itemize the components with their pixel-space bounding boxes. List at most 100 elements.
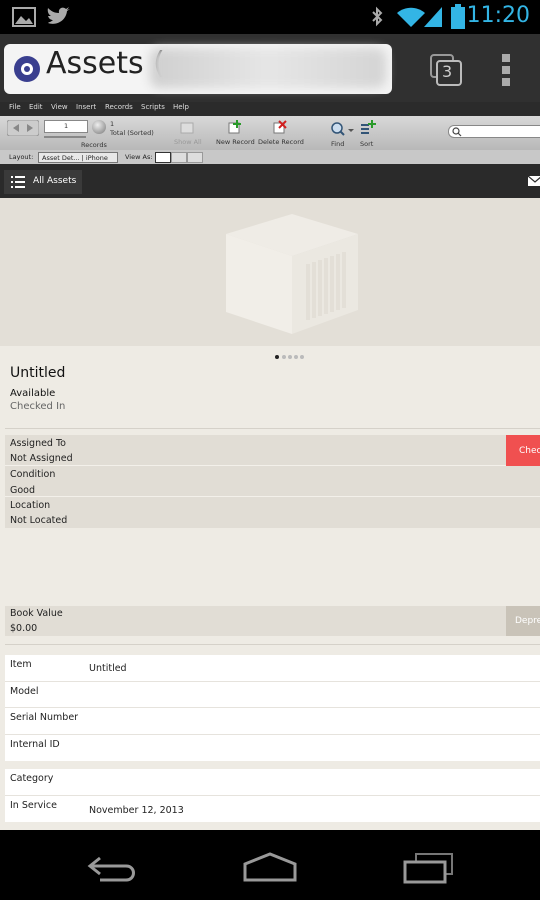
home-icon[interactable] — [242, 852, 298, 882]
layout-value: Asset Det... | iPhone — [42, 154, 108, 162]
pie-chart-icon — [92, 120, 106, 134]
bluetooth-icon — [372, 6, 383, 27]
fm-layout-bar: Layout: Asset Det... | iPhone View As: — [0, 150, 540, 165]
fm-toolbar: 1 Records 1 Total (Sorted) Show All New … — [0, 116, 540, 150]
category-field[interactable] — [85, 769, 535, 793]
pager-dot — [294, 355, 298, 359]
item-field[interactable]: Untitled — [89, 663, 127, 674]
tab-title: Assets ( — [46, 46, 165, 81]
checkout-button-label: Chec — [519, 446, 540, 456]
view-as-label: View As: — [125, 153, 153, 161]
record-number: 1 — [64, 122, 69, 130]
layout-select[interactable]: Asset Det... | iPhone — [38, 152, 118, 163]
find-icon — [331, 122, 354, 136]
book-value-label: Book Value — [10, 608, 63, 619]
divider — [5, 644, 540, 645]
divider — [5, 465, 540, 466]
status-bar: 11:20 — [0, 0, 540, 34]
back-icon[interactable] — [86, 854, 138, 884]
show-all-icon — [180, 122, 194, 134]
category-label: Category — [10, 773, 54, 784]
image-pager[interactable] — [275, 355, 307, 361]
search-icon — [452, 127, 462, 137]
asset-name[interactable]: Untitled — [10, 365, 65, 381]
tab-switcher-button[interactable]: 3 — [430, 54, 462, 86]
delete-record-icon — [273, 120, 287, 134]
asset-image-area[interactable] — [0, 198, 540, 346]
blurred-title-text — [150, 48, 386, 88]
book-value: $0.00 — [10, 623, 38, 634]
view-as-list-button[interactable] — [171, 152, 187, 163]
record-nav-arrows-icon[interactable] — [7, 120, 39, 136]
menu-insert[interactable]: Insert — [76, 103, 96, 111]
show-all-button[interactable]: Show All — [174, 138, 202, 146]
records-label: Records — [81, 141, 107, 149]
new-record-button[interactable]: New Record — [216, 138, 255, 146]
assigned-to-value: Not Assigned — [10, 453, 73, 464]
quick-find-input[interactable] — [448, 125, 540, 138]
depreciation-button-label: Depre — [515, 616, 540, 626]
view-as-form-button[interactable] — [155, 152, 171, 163]
record-number-input[interactable]: 1 — [44, 120, 88, 133]
find-button[interactable]: Find — [331, 140, 344, 148]
fm-menubar: File Edit View Insert Records Scripts He… — [0, 102, 540, 116]
overflow-menu-icon[interactable] — [500, 52, 512, 88]
android-nav-bar — [0, 830, 540, 900]
pager-dot-active — [275, 355, 279, 359]
tab-count: 3 — [442, 62, 453, 81]
sort-button[interactable]: Sort — [360, 140, 373, 148]
app-header: All Assets — [0, 164, 540, 198]
assigned-to-label: Assigned To — [10, 438, 66, 449]
item-label: Item — [10, 659, 32, 670]
twitter-icon — [47, 7, 70, 24]
delete-record-button[interactable]: Delete Record — [258, 138, 304, 146]
recent-apps-icon[interactable] — [402, 852, 454, 884]
condition-label: Condition — [10, 469, 56, 480]
layout-label: Layout: — [9, 153, 34, 161]
menu-help[interactable]: Help — [173, 103, 189, 111]
divider — [5, 428, 540, 429]
serial-number-label: Serial Number — [10, 712, 79, 723]
menu-file[interactable]: File — [9, 103, 21, 111]
pager-dot — [300, 355, 304, 359]
view-as-table-button[interactable] — [187, 152, 203, 163]
record-total-label: Total (Sorted) — [110, 129, 154, 137]
book-value-section — [5, 606, 540, 636]
location-label: Location — [10, 500, 51, 511]
list-icon — [11, 176, 25, 188]
battery-icon — [451, 4, 465, 29]
menu-view[interactable]: View — [51, 103, 68, 111]
checkout-button[interactable]: Chec — [506, 435, 540, 466]
pager-dot — [282, 355, 286, 359]
signal-icon — [424, 7, 442, 27]
browser-toolbar: Assets ( 3 — [0, 34, 540, 102]
asset-status: Available — [10, 388, 56, 399]
clock: 11:20 — [466, 3, 530, 28]
menu-edit[interactable]: Edit — [29, 103, 43, 111]
filemaker-favicon-icon — [14, 56, 40, 82]
internal-id-label: Internal ID — [10, 739, 60, 750]
assignment-section — [5, 435, 540, 528]
checked-status: Checked In — [10, 401, 66, 412]
menu-records[interactable]: Records — [105, 103, 133, 111]
box-placeholder-icon — [226, 214, 358, 334]
all-assets-label: All Assets — [33, 176, 77, 186]
divider — [5, 795, 540, 796]
depreciation-button[interactable]: Depre — [506, 606, 540, 636]
mail-icon[interactable] — [528, 176, 540, 186]
menu-scripts[interactable]: Scripts — [141, 103, 165, 111]
new-record-icon — [228, 120, 241, 134]
internal-id-field[interactable] — [85, 735, 535, 759]
record-total: 1 — [110, 120, 115, 128]
location-value: Not Located — [10, 515, 68, 526]
pager-dot — [288, 355, 292, 359]
condition-value: Good — [10, 485, 36, 496]
in-service-field[interactable]: November 12, 2013 — [89, 805, 184, 816]
model-label: Model — [10, 686, 39, 697]
gallery-icon — [12, 7, 36, 27]
serial-number-field[interactable] — [85, 708, 535, 732]
model-field[interactable] — [85, 682, 535, 706]
sort-icon — [361, 120, 376, 134]
record-slider[interactable] — [44, 136, 86, 138]
in-service-label: In Service — [10, 800, 57, 811]
